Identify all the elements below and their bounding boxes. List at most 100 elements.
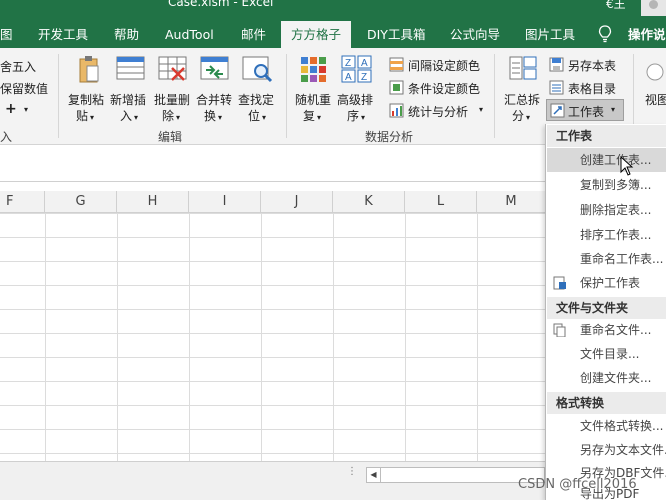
worksheet-menu-button[interactable]: 工作表 ▾ [546, 99, 624, 121]
scroll-left-icon[interactable]: ◀ [367, 468, 381, 482]
table-directory-button[interactable]: 表格目录 [549, 77, 629, 99]
plus-icon[interactable]: + [5, 101, 17, 117]
title-bar: Case.xlsm - Excel €王 [0, 0, 666, 21]
menu-item-sort-sheets[interactable]: 排序工作表... [547, 223, 666, 247]
column-header-i[interactable]: I [189, 191, 261, 213]
round-button[interactable]: 舍五入 [0, 58, 36, 75]
sort-az-icon: Z A A Z [341, 55, 372, 83]
chevron-down-icon: ▾ [611, 105, 616, 114]
save-as-sheet-label: 另存本表 [568, 59, 617, 73]
clipboard-icon [79, 56, 99, 83]
menu-item-save-as-text[interactable]: 另存为文本文件... [547, 438, 666, 462]
chevron-down-icon: ▾ [218, 113, 223, 122]
rename-files-icon [553, 323, 566, 337]
table-directory-icon [549, 80, 564, 95]
cell-grid[interactable] [0, 213, 545, 461]
protect-sheet-icon [553, 276, 566, 290]
lightbulb-icon[interactable] [598, 25, 612, 43]
interval-color-label: 间隔设定颜色 [408, 59, 481, 73]
worksheet-dropdown-menu: 工作表 创建工作表... 复制到多簿... 删除指定表... 排序工作表... … [545, 124, 666, 500]
svg-text:A: A [361, 58, 368, 69]
svg-text:Z: Z [361, 72, 367, 83]
chevron-down-icon: ▾ [262, 113, 267, 122]
batch-delete-label-1: 批量删 [154, 93, 191, 107]
formula-bar[interactable] [0, 146, 545, 182]
watermark: CSDN @ffcell2016 [518, 477, 637, 492]
menu-item-rename-sheets[interactable]: 重命名工作表... [547, 247, 666, 271]
svg-text:Z: Z [345, 58, 351, 69]
conditional-color-button[interactable]: 条件设定颜色 [389, 77, 489, 99]
merge-convert-label-1: 合并转 [196, 93, 233, 107]
merge-convert-button[interactable]: 合并转 换 ▾ [196, 54, 236, 124]
insert-rows-icon [116, 56, 145, 80]
find-locate-label-2: 位 [248, 109, 261, 123]
advanced-sort-button[interactable]: Z A A Z 高级排 序 ▾ [337, 54, 379, 124]
tab-mail[interactable]: 邮件 [241, 21, 266, 48]
copy-paste-button[interactable]: 复制粘 贴 ▾ [68, 54, 108, 124]
advanced-sort-label-2: 序 [347, 109, 360, 123]
stats-analysis-button[interactable]: 统计与分析 ▾ [389, 100, 489, 122]
menu-item-protect-sheets-label: 保护工作表 [580, 276, 641, 290]
ribbon-tab-bar: 图 开发工具 帮助 AudTool 邮件 方方格子 DIY工具箱 公式向导 图片… [0, 21, 666, 48]
merge-convert-label-2: 换 [204, 109, 217, 123]
user-name[interactable]: €王 [606, 0, 626, 12]
summary-split-label-2: 分 [512, 109, 525, 123]
chevron-down-icon: ▾ [361, 113, 366, 122]
tab-diy-toolbox[interactable]: DIY工具箱 [367, 21, 425, 48]
insert-button[interactable]: 新增插 入 ▾ [110, 54, 152, 124]
window-title: Case.xlsm - Excel [168, 0, 274, 9]
menu-item-copy-to-multiple[interactable]: 复制到多簿... [547, 173, 666, 197]
stats-icon [389, 103, 404, 118]
column-header-h[interactable]: H [117, 191, 189, 213]
menu-item-create-folder[interactable]: 创建文件夹... [547, 366, 666, 390]
group-divider [494, 54, 495, 138]
column-header-k[interactable]: K [333, 191, 405, 213]
menu-item-file-format-convert[interactable]: 文件格式转换... [547, 414, 666, 438]
random-repeat-label-1: 随机重 [295, 93, 332, 107]
menu-item-file-directory[interactable]: 文件目录... [547, 342, 666, 366]
chevron-down-icon[interactable]: ▾ [24, 105, 28, 114]
find-locate-button[interactable]: 查找定 位 ▾ [238, 54, 280, 124]
insert-label-2: 入 [120, 109, 133, 123]
save-as-sheet-button[interactable]: 另存本表 [549, 54, 629, 76]
column-header-g[interactable]: G [45, 191, 117, 213]
tab-audtool[interactable]: AudTool [165, 21, 214, 48]
conditional-color-label: 条件设定颜色 [408, 82, 481, 96]
avatar[interactable] [641, 0, 666, 16]
tab-fangfang[interactable]: 方方格子 [281, 21, 352, 48]
find-locate-label-1: 查找定 [238, 93, 275, 107]
tab-partial[interactable]: 图 [0, 21, 13, 48]
menu-item-rename-files[interactable]: 重命名文件... [547, 318, 666, 342]
merge-convert-icon [200, 56, 229, 80]
group-label-partial: 入 [0, 130, 13, 144]
view-button[interactable]: 视图 [641, 54, 666, 124]
menu-section-files: 文件与文件夹 [547, 297, 666, 319]
summary-split-label-1: 汇总拆 [504, 93, 541, 107]
copy-paste-label-2: 贴 [76, 109, 89, 123]
menu-item-create-sheet[interactable]: 创建工作表... [547, 148, 666, 172]
keep-values-button[interactable]: 保留数值 [0, 80, 48, 97]
interval-color-button[interactable]: 间隔设定颜色 [389, 54, 489, 76]
tell-me-search[interactable]: 操作说明 [628, 21, 666, 48]
chevron-down-icon: ▾ [317, 113, 322, 122]
column-header-l[interactable]: L [405, 191, 477, 213]
search-icon [242, 56, 273, 83]
random-repeat-label-2: 复 [303, 109, 316, 123]
tab-help[interactable]: 帮助 [114, 21, 139, 48]
summary-split-button[interactable]: 汇总拆 分 ▾ [504, 54, 544, 124]
chevron-down-icon: ▾ [526, 113, 531, 122]
tab-split-handle[interactable]: ⋮ [347, 466, 357, 477]
random-repeat-button[interactable]: 随机重 复 ▾ [295, 54, 335, 124]
column-header-j[interactable]: J [261, 191, 333, 213]
menu-item-delete-specified[interactable]: 删除指定表... [547, 198, 666, 222]
interval-color-icon [389, 57, 404, 72]
menu-section-format: 格式转换 [547, 392, 666, 414]
column-header-f[interactable]: F [0, 191, 45, 213]
tab-picture-tools[interactable]: 图片工具 [525, 21, 575, 48]
column-header-m[interactable]: M [477, 191, 545, 213]
batch-delete-button[interactable]: 批量删 除 ▾ [154, 54, 194, 124]
tab-developer[interactable]: 开发工具 [38, 21, 88, 48]
menu-item-protect-sheets[interactable]: 保护工作表 [547, 271, 666, 295]
summary-split-icon [509, 56, 537, 80]
tab-formula-wizard[interactable]: 公式向导 [450, 21, 500, 48]
